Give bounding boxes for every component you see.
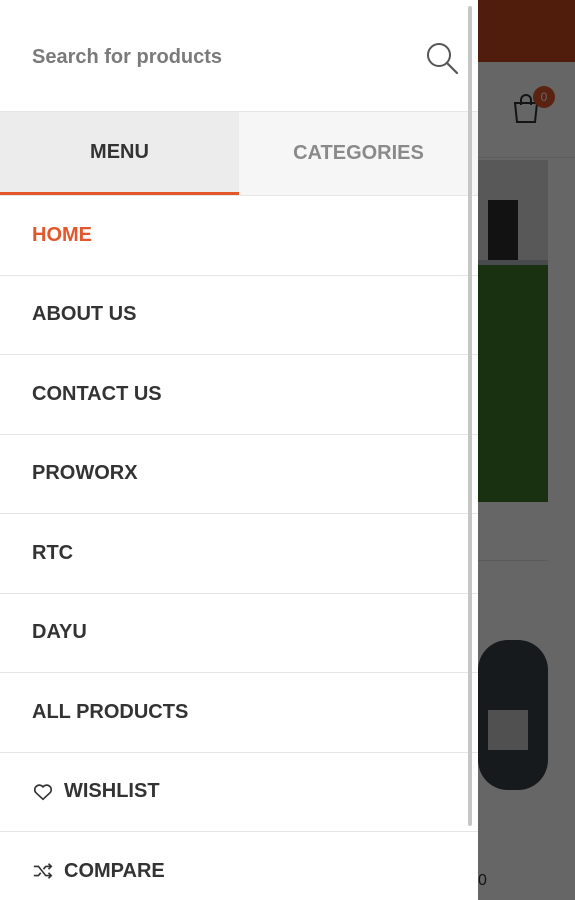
menu-item-wishlist[interactable]: WISHLIST bbox=[0, 753, 478, 832]
menu-item-compare[interactable]: COMPARE bbox=[0, 832, 478, 900]
tab-menu[interactable]: MENU bbox=[0, 112, 239, 195]
menu-item-proworx[interactable]: PROWORX bbox=[0, 435, 478, 514]
menu-item-label: PROWORX bbox=[32, 462, 138, 485]
menu-item-label: RTC bbox=[32, 541, 74, 564]
menu-item-about-us[interactable]: ABOUT US bbox=[0, 276, 478, 355]
search-input[interactable] bbox=[32, 40, 412, 74]
menu-item-home[interactable]: HOME bbox=[0, 196, 478, 276]
shuffle-icon bbox=[33, 863, 53, 880]
drawer-scrollbar[interactable] bbox=[468, 6, 472, 826]
search-icon[interactable] bbox=[424, 40, 460, 76]
menu-item-label: COMPARE bbox=[64, 859, 165, 882]
menu-item-label: ALL PRODUCTS bbox=[32, 700, 189, 723]
drawer-tabs: MENU CATEGORIES bbox=[0, 112, 478, 196]
menu-item-label: WISHLIST bbox=[64, 780, 160, 803]
menu-item-dayu[interactable]: DAYU bbox=[0, 594, 478, 673]
menu-item-label: ABOUT US bbox=[32, 303, 137, 326]
menu-item-label: HOME bbox=[32, 223, 92, 246]
menu-item-contact-us[interactable]: CONTACT US bbox=[0, 355, 478, 435]
mobile-nav-drawer: MENU CATEGORIES HOME ABOUT US CONTACT US… bbox=[0, 0, 478, 900]
menu-item-rtc[interactable]: RTC bbox=[0, 514, 478, 594]
tab-categories[interactable]: CATEGORIES bbox=[239, 112, 478, 195]
search-bar bbox=[0, 0, 478, 112]
menu-item-label: DAYU bbox=[32, 621, 87, 644]
menu-item-label: CONTACT US bbox=[32, 382, 162, 405]
menu-item-all-products[interactable]: ALL PRODUCTS bbox=[0, 673, 478, 753]
heart-icon bbox=[33, 784, 53, 800]
menu-list: HOME ABOUT US CONTACT US PROWORX RTC DAY… bbox=[0, 196, 478, 900]
